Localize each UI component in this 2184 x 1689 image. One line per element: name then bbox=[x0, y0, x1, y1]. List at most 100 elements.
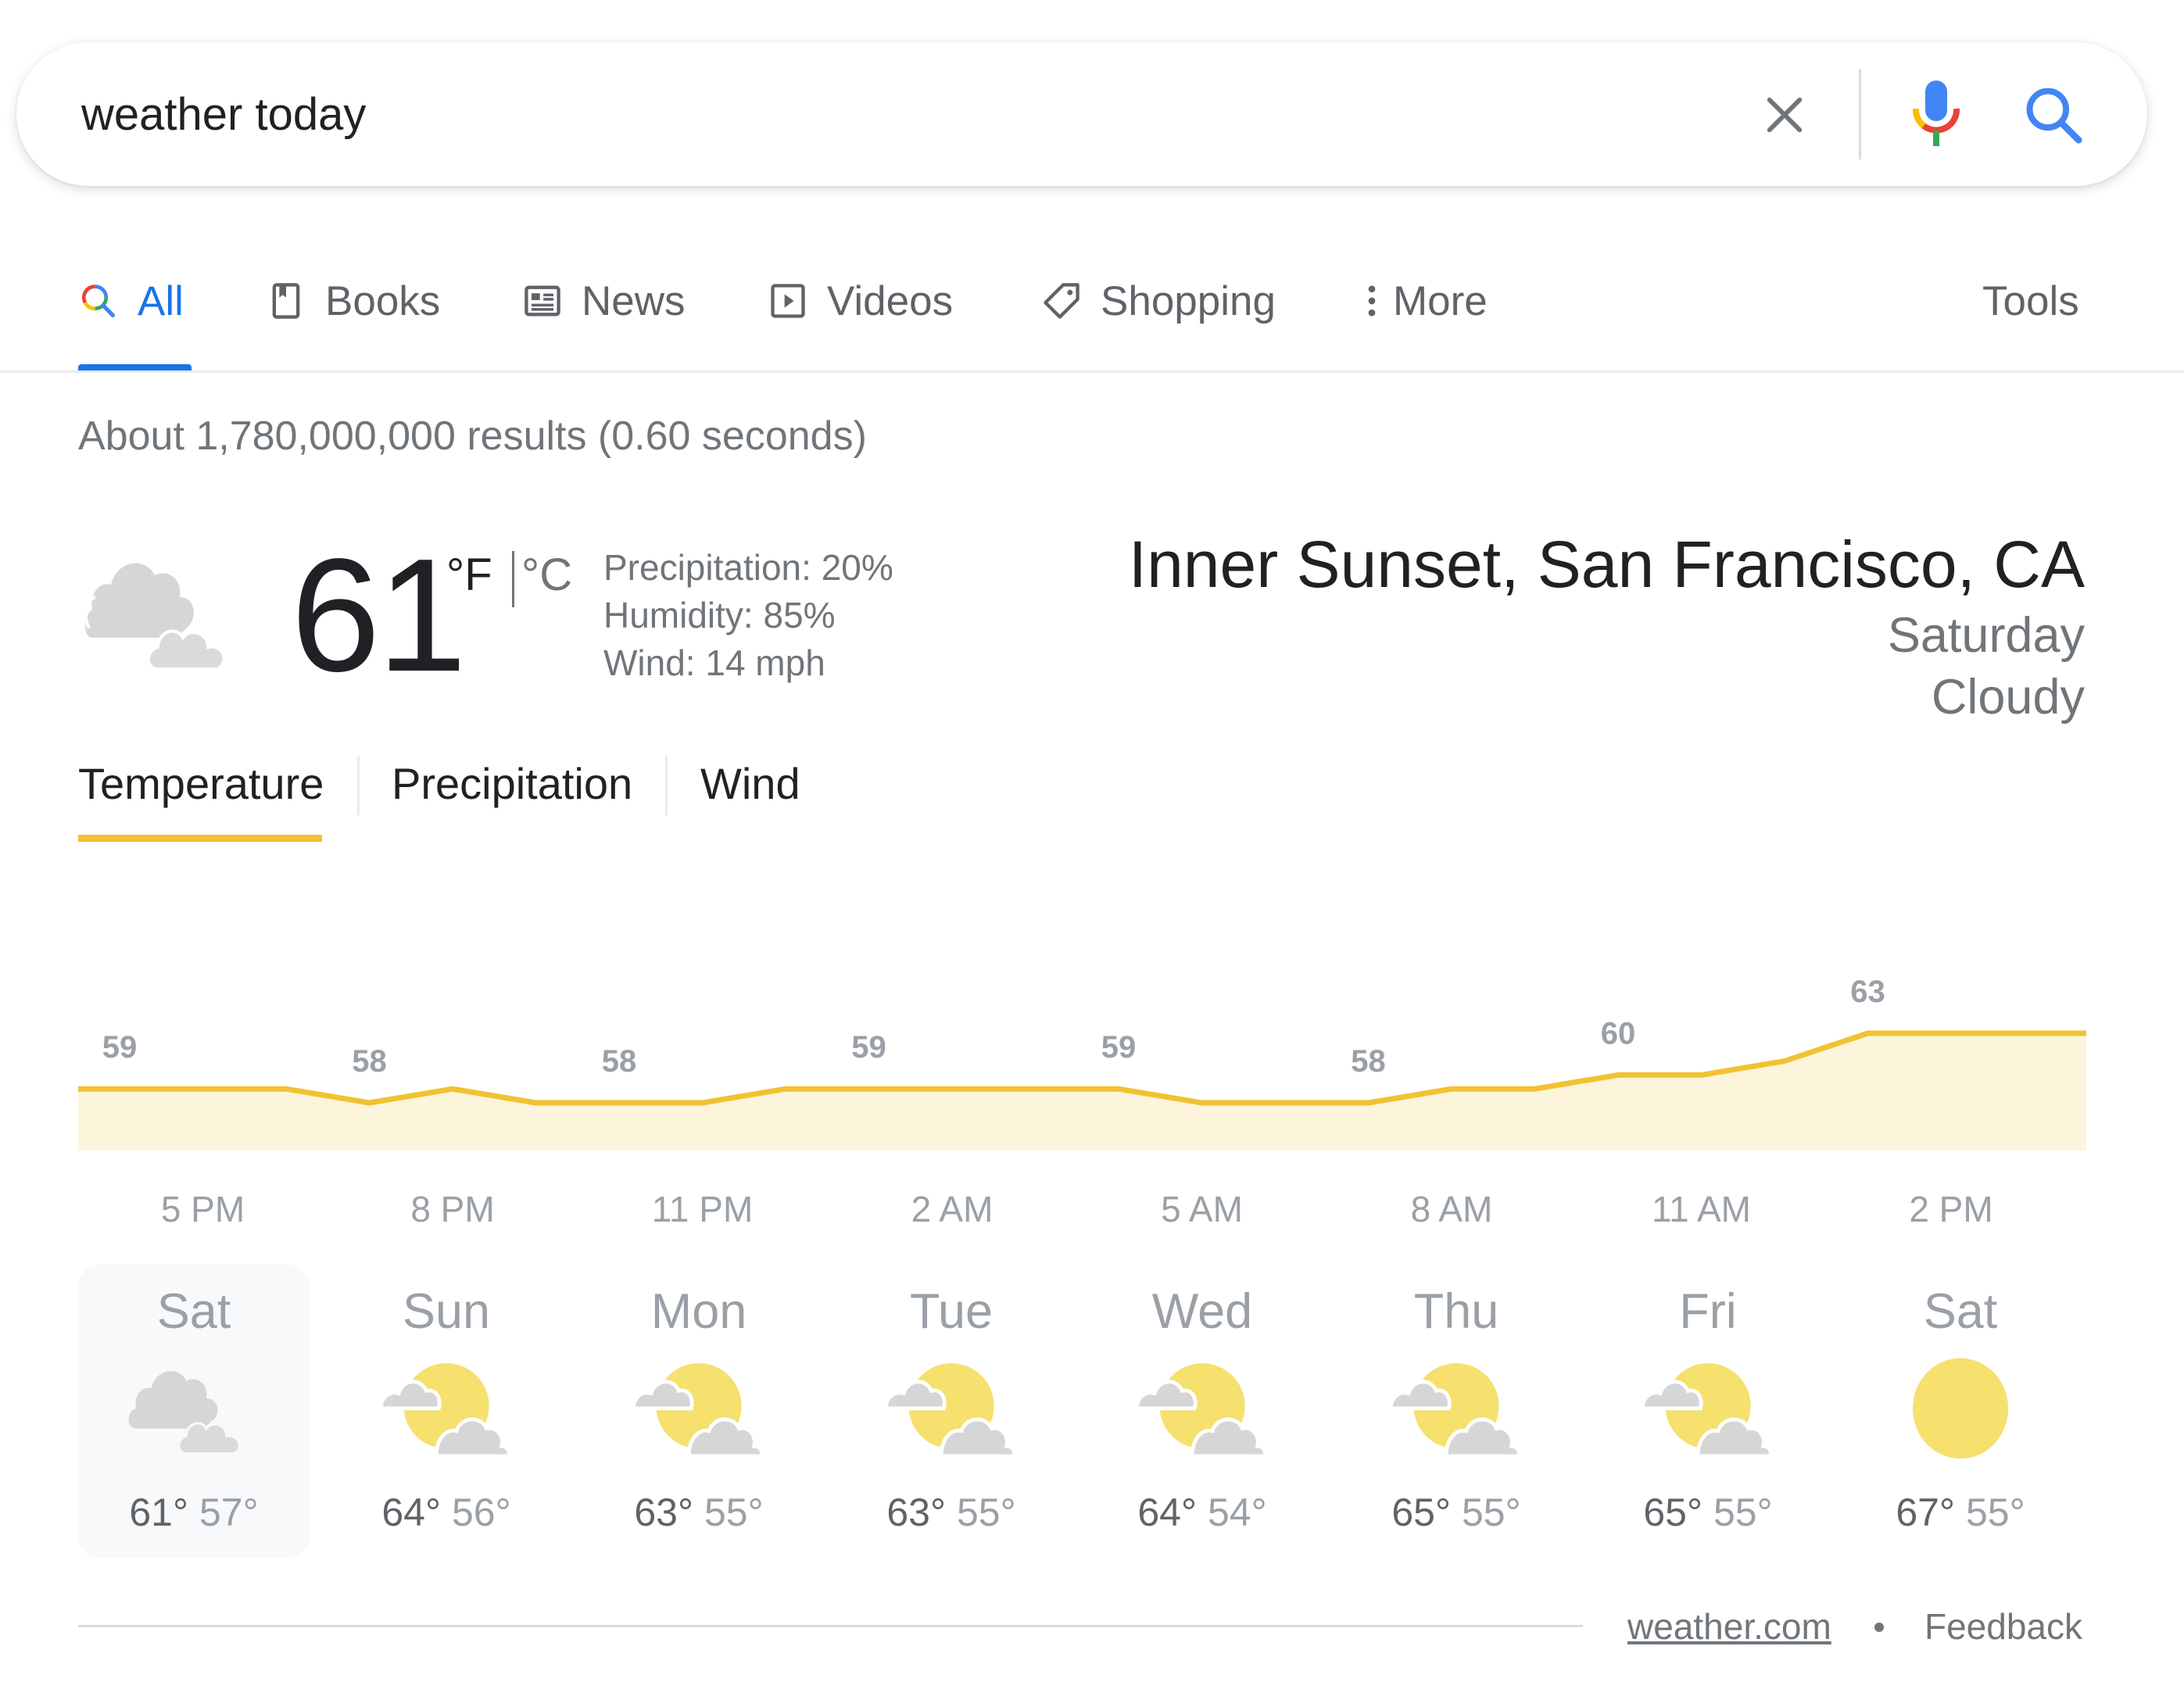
active-subtab-indicator bbox=[78, 835, 322, 842]
tab-shopping[interactable]: Shopping bbox=[1041, 274, 1276, 328]
partly-sunny-icon bbox=[628, 1354, 769, 1463]
forecast-day[interactable]: Sun 64° 56° bbox=[331, 1265, 562, 1558]
unit-celsius-toggle[interactable]: °C bbox=[521, 549, 572, 601]
unit-fahrenheit-toggle[interactable]: °F bbox=[446, 549, 492, 601]
time-tick-label: 11 PM bbox=[651, 1189, 754, 1229]
subtab-wind[interactable]: Wind bbox=[700, 758, 800, 809]
forecast-high: 67° bbox=[1896, 1490, 1955, 1534]
data-label: 58 bbox=[602, 1044, 637, 1079]
location-title: Inner Sunset, San Francisco, CA bbox=[1128, 528, 2085, 601]
chart-area bbox=[78, 1033, 2086, 1150]
feedback-link[interactable]: Feedback bbox=[1924, 1605, 2082, 1648]
forecast-low: 57° bbox=[199, 1490, 259, 1534]
search-icon bbox=[78, 281, 119, 321]
partly-sunny-icon bbox=[1638, 1354, 1778, 1463]
clear-search-button[interactable] bbox=[1757, 88, 1812, 142]
data-label: 63 bbox=[1850, 975, 1885, 1009]
data-label: 58 bbox=[352, 1044, 387, 1079]
forecast-day[interactable]: Thu 65° 55° bbox=[1341, 1265, 1572, 1558]
forecast-low: 55° bbox=[704, 1490, 764, 1534]
weather-condition: Cloudy bbox=[1931, 670, 2085, 725]
forecast-low: 54° bbox=[1208, 1490, 1267, 1534]
forecast-day-name: Sat bbox=[156, 1284, 231, 1339]
forecast-temps: 64° 54° bbox=[1087, 1490, 1318, 1535]
source-link[interactable]: weather.com bbox=[1627, 1605, 1831, 1648]
active-tab-indicator bbox=[78, 364, 192, 370]
partly-sunny-icon bbox=[1386, 1354, 1527, 1463]
subtab-precipitation[interactable]: Precipitation bbox=[392, 758, 632, 809]
forecast-day[interactable]: Fri 65° 55° bbox=[1592, 1265, 1824, 1558]
tab-more[interactable]: More bbox=[1360, 274, 1488, 328]
forecast-temps: 63° 55° bbox=[583, 1490, 815, 1535]
tab-more-label: More bbox=[1393, 277, 1488, 324]
forecast-day-name: Tue bbox=[909, 1284, 994, 1339]
wind-value: Wind: 14 mph bbox=[603, 642, 825, 683]
time-tick-label: 2 AM bbox=[911, 1189, 994, 1229]
more-vertical-icon bbox=[1360, 281, 1384, 321]
time-tick-label: 11 AM bbox=[1652, 1189, 1751, 1229]
forecast-low: 55° bbox=[957, 1490, 1016, 1534]
footer-bullet bbox=[1874, 1623, 1884, 1632]
weather-location-block: Inner Sunset, San Francisco, CA Saturday… bbox=[1129, 524, 2085, 728]
partly-sunny-icon bbox=[376, 1354, 517, 1463]
weather-details: Precipitation: 20% Humidity: 85% Wind: 1… bbox=[603, 544, 893, 687]
forecast-day-name: Sun bbox=[402, 1284, 491, 1339]
tab-news-label: News bbox=[582, 277, 686, 324]
newspaper-icon bbox=[522, 281, 563, 321]
forecast-day-name: Sat bbox=[1923, 1284, 1998, 1339]
forecast-day[interactable]: Sat 61° 57° bbox=[78, 1265, 310, 1558]
forecast-day[interactable]: Wed 64° 54° bbox=[1087, 1265, 1318, 1558]
forecast-day[interactable]: Sat 67° 55° bbox=[1845, 1265, 2076, 1558]
book-icon bbox=[266, 281, 306, 321]
tab-books[interactable]: Books bbox=[266, 274, 440, 328]
tab-all-label: All bbox=[138, 277, 184, 324]
cloudy-icon bbox=[84, 563, 226, 671]
data-label: 59 bbox=[102, 1030, 138, 1065]
voice-search-button[interactable] bbox=[1907, 77, 1966, 152]
forecast-high: 65° bbox=[1391, 1490, 1451, 1534]
nav-divider bbox=[0, 370, 2184, 373]
data-label: 60 bbox=[1601, 1016, 1636, 1050]
search-submit-button[interactable] bbox=[2020, 81, 2087, 149]
close-icon bbox=[1767, 97, 1803, 133]
forecast-temps: 65° 55° bbox=[1341, 1490, 1572, 1535]
forecast-day-name: Fri bbox=[1679, 1284, 1737, 1339]
tools-button[interactable]: Tools bbox=[1982, 274, 2079, 328]
tab-all[interactable]: All bbox=[78, 274, 184, 328]
forecast-day[interactable]: Tue 63° 55° bbox=[836, 1265, 1067, 1558]
forecast-high: 65° bbox=[1643, 1490, 1702, 1534]
forecast-low: 55° bbox=[1966, 1490, 2025, 1534]
forecast-day[interactable]: Mon 63° 55° bbox=[583, 1265, 815, 1558]
time-tick-label: 2 PM bbox=[1909, 1189, 1993, 1229]
current-temperature: 61 bbox=[291, 525, 467, 705]
forecast-low: 55° bbox=[1462, 1490, 1521, 1534]
forecast-high: 61° bbox=[129, 1490, 188, 1534]
forecast-day-name: Thu bbox=[1413, 1284, 1499, 1339]
tab-videos[interactable]: Videos bbox=[768, 274, 953, 328]
footer-divider bbox=[78, 1625, 1583, 1627]
tag-icon bbox=[1041, 281, 1082, 321]
precipitation-value: Precipitation: 20% bbox=[603, 547, 893, 588]
subtab-temperature[interactable]: Temperature bbox=[78, 758, 324, 809]
microphone-icon bbox=[1912, 81, 1960, 146]
forecast-high: 63° bbox=[886, 1490, 946, 1534]
tab-videos-label: Videos bbox=[827, 277, 954, 324]
forecast-temps: 67° 55° bbox=[1845, 1490, 2076, 1535]
tab-shopping-label: Shopping bbox=[1101, 277, 1276, 324]
forecast-high: 64° bbox=[1137, 1490, 1197, 1534]
weather-day: Saturday bbox=[1887, 608, 2085, 663]
search-input[interactable] bbox=[81, 73, 1723, 155]
cloudy-icon bbox=[124, 1354, 264, 1463]
data-label: 59 bbox=[851, 1030, 886, 1065]
forecast-low: 56° bbox=[452, 1490, 511, 1534]
time-tick-label: 5 AM bbox=[1161, 1189, 1243, 1229]
forecast-high: 64° bbox=[381, 1490, 441, 1534]
forecast-temps: 65° 55° bbox=[1592, 1490, 1824, 1535]
forecast-temps: 63° 55° bbox=[836, 1490, 1067, 1535]
search-bar bbox=[16, 42, 2147, 186]
forecast-high: 63° bbox=[634, 1490, 693, 1534]
tab-news[interactable]: News bbox=[522, 274, 686, 328]
time-tick-label: 5 PM bbox=[160, 1189, 245, 1229]
subtab-divider bbox=[665, 756, 668, 815]
search-icon bbox=[2026, 88, 2082, 144]
